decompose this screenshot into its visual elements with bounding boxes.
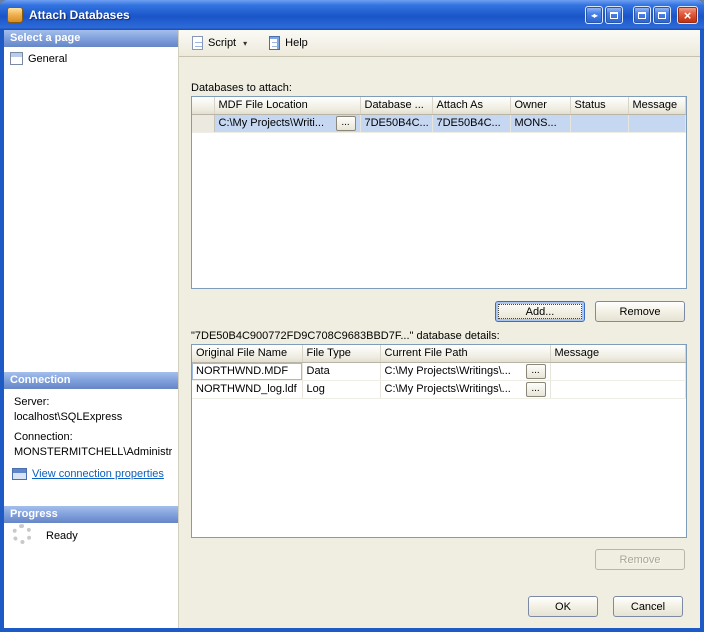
message-cell: [550, 362, 686, 381]
column-header-attach-as[interactable]: Attach As: [432, 97, 511, 115]
current-file-path-cell: C:\My Projects\Writings\... ...: [380, 380, 551, 399]
window-maximize-button[interactable]: [653, 6, 671, 24]
add-button[interactable]: Add...: [495, 301, 585, 322]
column-header-indicator[interactable]: [192, 97, 215, 115]
window-controls: ◂▸ ×: [583, 6, 698, 24]
table-row[interactable]: C:\My Projects\Writi... ... 7DE50B4C... …: [192, 114, 686, 133]
column-header-message[interactable]: Message: [628, 97, 686, 115]
view-connection-properties-row: View connection properties: [12, 468, 164, 480]
connection-label: Connection:: [14, 431, 73, 443]
databases-to-attach-table[interactable]: MDF File Location Database ... Attach As…: [191, 96, 687, 289]
window-glyph-icon: [638, 11, 646, 19]
current-file-path-cell: C:\My Projects\Writings\... ...: [380, 362, 551, 381]
main-panel: Script ▾ Help Databases to attach: MDF F…: [178, 30, 700, 628]
progress-header: Progress: [4, 506, 178, 523]
sidebar-item-label: General: [28, 52, 68, 65]
original-file-name-cell: NORTHWND.MDF: [192, 362, 303, 381]
script-button-label: Script: [208, 37, 237, 49]
help-button[interactable]: Help: [263, 33, 314, 53]
table-header-row: MDF File Location Database ... Attach As…: [192, 97, 686, 115]
browse-mdf-button[interactable]: ...: [335, 115, 356, 131]
ok-button[interactable]: OK: [528, 596, 598, 617]
column-header-owner[interactable]: Owner: [510, 97, 571, 115]
connection-properties-icon: [12, 468, 27, 480]
file-type-cell: Data: [302, 362, 381, 381]
message-cell: [550, 380, 686, 399]
general-page-icon: [10, 52, 23, 65]
databases-to-attach-label: Databases to attach:: [191, 82, 292, 94]
column-header-database-name[interactable]: Database ...: [360, 97, 433, 115]
database-details-table[interactable]: Original File Name File Type Current Fil…: [191, 344, 687, 538]
database-name-cell: 7DE50B4C...: [360, 114, 433, 133]
server-value: localhost\SQLExpress: [14, 411, 123, 423]
connection-value: MONSTERMITCHELL\Administra: [14, 446, 172, 458]
script-dropdown-icon[interactable]: ▾: [243, 39, 247, 48]
attach-as-cell: 7DE50B4C...: [432, 114, 511, 133]
script-icon: [192, 36, 203, 50]
titlebar[interactable]: Attach Databases ◂▸ ×: [0, 0, 704, 30]
arrows-icon: ◂▸: [590, 10, 598, 20]
column-header-status[interactable]: Status: [570, 97, 629, 115]
owner-cell: MONS...: [510, 114, 571, 133]
window-glyph-icon: [610, 11, 618, 19]
original-file-name-cell: NORTHWND_log.ldf: [192, 380, 303, 399]
database-window-icon: [7, 7, 23, 23]
column-header-current-file-path[interactable]: Current File Path: [380, 345, 551, 363]
select-a-page-header: Select a page: [4, 30, 178, 47]
close-button[interactable]: ×: [677, 6, 698, 24]
progress-spinner-icon: [12, 524, 32, 544]
row-indicator-cell: [192, 114, 215, 133]
window-pin-button[interactable]: [605, 6, 623, 24]
current-file-path-text: C:\My Projects\Writings\...: [384, 365, 511, 377]
database-details-label: "7DE50B4C900772FD9C708C9683BBD7F..." dat…: [191, 330, 500, 342]
window-arrows-button[interactable]: ◂▸: [585, 6, 603, 24]
table-header-row: Original File Name File Type Current Fil…: [192, 345, 686, 363]
status-cell: [570, 114, 629, 133]
column-header-message[interactable]: Message: [550, 345, 686, 363]
mdf-file-location-text: C:\My Projects\Writi...: [218, 117, 325, 129]
sidebar-item-general[interactable]: General: [10, 52, 67, 65]
progress-status: Ready: [46, 530, 78, 542]
dialog-body: Select a page General Connection Server:…: [4, 30, 700, 628]
remove-details-button[interactable]: Remove: [595, 549, 685, 570]
current-file-path-text: C:\My Projects\Writings\...: [384, 383, 511, 395]
script-button[interactable]: Script ▾: [186, 33, 253, 53]
close-icon: ×: [683, 7, 692, 23]
mdf-file-location-cell: C:\My Projects\Writi... ...: [214, 114, 361, 133]
window-glyph-icon: [658, 11, 666, 19]
attach-databases-dialog: Attach Databases ◂▸ × Select a page Gene…: [0, 0, 704, 632]
file-type-cell: Log: [302, 380, 381, 399]
view-connection-properties-link[interactable]: View connection properties: [32, 468, 164, 480]
cancel-button[interactable]: Cancel: [613, 596, 683, 617]
table-row[interactable]: NORTHWND_log.ldf Log C:\My Projects\Writ…: [192, 380, 686, 399]
sidebar: Select a page General Connection Server:…: [4, 30, 178, 628]
browse-path-button[interactable]: ...: [525, 363, 546, 379]
remove-button[interactable]: Remove: [595, 301, 685, 322]
column-header-original-file-name[interactable]: Original File Name: [192, 345, 303, 363]
column-header-file-type[interactable]: File Type: [302, 345, 381, 363]
column-header-mdf-file-location[interactable]: MDF File Location: [214, 97, 361, 115]
table-row[interactable]: NORTHWND.MDF Data C:\My Projects\Writing…: [192, 362, 686, 381]
message-cell: [628, 114, 686, 133]
toolbar: Script ▾ Help: [179, 30, 700, 57]
window-minimize-button[interactable]: [633, 6, 651, 24]
server-label: Server:: [14, 396, 50, 408]
window-title: Attach Databases: [29, 8, 130, 22]
browse-path-button[interactable]: ...: [525, 381, 546, 397]
connection-header: Connection: [4, 372, 178, 389]
help-button-label: Help: [285, 37, 308, 49]
help-icon: [269, 36, 281, 50]
